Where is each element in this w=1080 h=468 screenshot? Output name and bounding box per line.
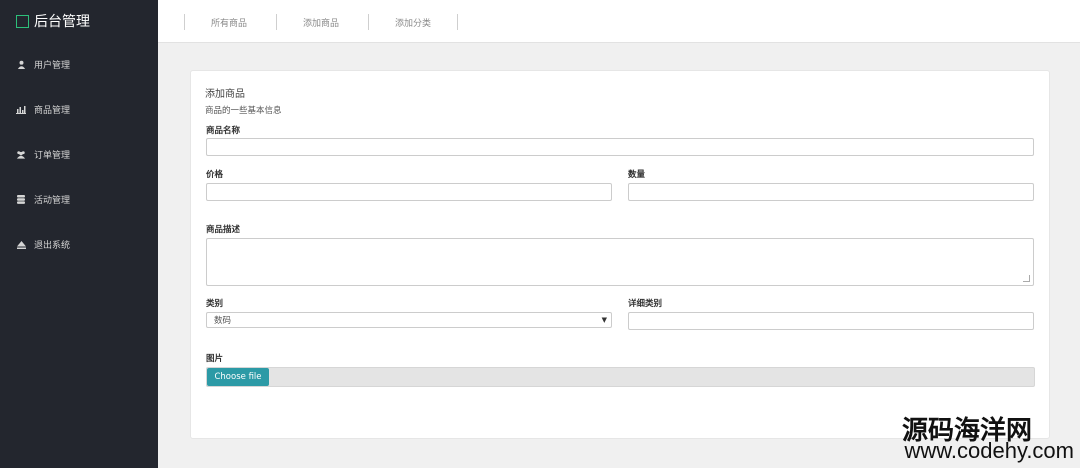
choose-file-button[interactable]: Choose file: [207, 368, 269, 386]
resize-handle-icon[interactable]: [1023, 275, 1030, 282]
tab-add-category[interactable]: 添加分类: [368, 14, 459, 30]
sidebar-item-label: 商品管理: [34, 106, 71, 116]
sidebar-item-activities[interactable]: 活动管理: [0, 177, 158, 222]
form-title: 添加商品: [205, 89, 245, 100]
eject-icon: [16, 240, 26, 250]
category-select[interactable]: 数码 ▼: [206, 312, 612, 328]
sidebar-item-logout[interactable]: 退出系统: [0, 222, 158, 267]
image-file-input[interactable]: Choose file: [206, 367, 1035, 387]
price-label: 价格: [206, 170, 224, 180]
description-textarea[interactable]: [206, 238, 1034, 286]
tab-all-products[interactable]: 所有商品: [184, 14, 273, 30]
brand-title: 后台管理: [34, 14, 90, 30]
name-label: 商品名称: [206, 126, 241, 136]
detail-category-label: 详细类别: [628, 299, 663, 309]
brand[interactable]: 后台管理: [0, 0, 158, 42]
image-label: 图片: [206, 354, 224, 364]
sidebar-item-label: 订单管理: [34, 151, 71, 161]
sidebar-item-label: 活动管理: [34, 196, 71, 206]
tab-add-product[interactable]: 添加商品: [276, 14, 365, 30]
tab-label: 添加分类: [395, 18, 432, 29]
bar-chart-icon: [16, 105, 26, 115]
form-subtitle: 商品的一些基本信息: [205, 106, 282, 116]
sidebar-item-label: 用户管理: [34, 61, 71, 71]
caret-down-icon: ▼: [601, 316, 607, 324]
sidebar-item-orders[interactable]: 订单管理: [0, 132, 158, 177]
quantity-label: 数量: [628, 170, 646, 180]
database-icon: [16, 195, 26, 205]
sidebar-item-products[interactable]: 商品管理: [0, 87, 158, 132]
quantity-input[interactable]: [628, 183, 1034, 201]
users-icon: [16, 150, 26, 160]
product-name-input[interactable]: [206, 138, 1034, 156]
sidebar: 后台管理 用户管理 商品管理 订单管理 活动管理 退出系统: [0, 0, 158, 468]
category-label: 类别: [206, 299, 224, 309]
price-input[interactable]: [206, 183, 612, 201]
description-label: 商品描述: [206, 225, 241, 235]
watermark-url: www.codehy.com: [904, 438, 1074, 463]
detail-category-input[interactable]: [628, 312, 1034, 330]
brand-logo-icon: [16, 14, 29, 28]
sidebar-item-label: 退出系统: [34, 241, 71, 251]
top-navbar: 所有商品 添加商品 添加分类: [158, 0, 1080, 43]
tab-label: 添加商品: [303, 18, 340, 29]
sidebar-item-users[interactable]: 用户管理: [0, 42, 158, 87]
category-selected-value: 数码: [214, 316, 232, 326]
tab-label: 所有商品: [211, 18, 248, 29]
add-product-form: 添加商品 商品的一些基本信息 商品名称 价格 数量 商品描述 类别 数码 ▼ 详…: [190, 70, 1050, 439]
user-icon: [16, 60, 26, 70]
